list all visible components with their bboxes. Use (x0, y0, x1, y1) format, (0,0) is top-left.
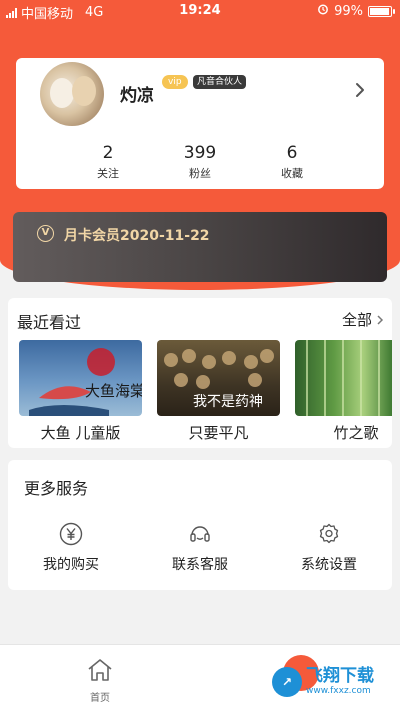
video-title[interactable]: 只要平凡 (157, 422, 280, 443)
service-label: 我的购买 (43, 557, 99, 573)
profile-card[interactable]: 灼凉 vip 凡音合伙人 2 关注 399 粉丝 6 收藏 (16, 58, 384, 189)
headset-icon (190, 526, 210, 542)
stat-following[interactable]: 2 关注 (68, 143, 148, 181)
status-bar: 中国移动 4G 19:24 99% (0, 0, 400, 22)
video-title[interactable]: 大鱼 儿童版 (19, 422, 142, 443)
stat-label: 收藏 (281, 167, 303, 180)
see-all-link[interactable]: 全部 (342, 309, 384, 330)
service-system-settings[interactable]: 系统设置 (274, 522, 384, 574)
service-contact-support[interactable]: 联系客服 (145, 522, 255, 574)
battery-icon (368, 5, 395, 17)
tab-home[interactable]: 首页 (80, 657, 120, 704)
watermark-logo-icon: ↗ (272, 667, 302, 697)
section-title: 更多服务 (24, 479, 89, 498)
video-thumbnail[interactable] (295, 340, 392, 416)
poster-title: 大鱼海棠 (85, 382, 142, 400)
stat-value: 399 (183, 143, 217, 163)
service-label: 联系客服 (172, 557, 228, 573)
see-all-label: 全部 (341, 311, 372, 329)
chevron-right-icon (377, 314, 384, 325)
stat-label: 关注 (97, 167, 119, 180)
stat-favorites[interactable]: 6 收藏 (252, 143, 332, 181)
stat-fans[interactable]: 399 粉丝 (160, 143, 240, 181)
video-title[interactable]: 竹之歌 (320, 422, 392, 443)
service-my-purchases[interactable]: 我的购买 (16, 522, 126, 574)
watermark-text: 飞翔下载 (306, 666, 374, 686)
membership-text: 月卡会员2020-11-22 (64, 228, 210, 244)
home-icon (88, 659, 112, 681)
chevron-right-icon[interactable] (352, 82, 368, 98)
avatar[interactable] (40, 62, 104, 126)
stat-label: 粉丝 (189, 167, 211, 180)
section-title: 最近看过 (17, 313, 82, 332)
stat-value: 6 (286, 143, 298, 163)
stat-value: 2 (102, 143, 114, 163)
poster-title: 我不是药神 (193, 394, 263, 410)
yen-icon (59, 522, 83, 546)
battery-percent: 99% (334, 3, 363, 19)
more-services-section: 更多服务 我的购买 联系客服 系统设置 (8, 460, 392, 590)
vip-badge: vip (162, 75, 188, 89)
service-label: 系统设置 (301, 557, 357, 573)
tab-label: 首页 (90, 693, 110, 704)
video-thumbnail[interactable]: 大鱼海棠 (19, 340, 142, 416)
vip-v-icon: V (37, 225, 54, 242)
alarm-icon (317, 3, 329, 19)
partner-badge: 凡音合伙人 (193, 75, 247, 89)
watermark-url: www.fxxz.com (306, 686, 371, 696)
username: 灼凉 (120, 86, 154, 106)
watermark: ↗ 飞翔下载 www.fxxz.com (272, 660, 394, 704)
recently-watched-section: 最近看过 全部 大鱼海棠 大鱼 儿童版 我不是药神 只要平凡 竹之歌 (8, 298, 392, 448)
video-thumbnail[interactable]: 我不是药神 (157, 340, 280, 416)
membership-card[interactable]: V 月卡会员2020-11-22 (13, 212, 387, 282)
gear-icon (319, 523, 339, 544)
